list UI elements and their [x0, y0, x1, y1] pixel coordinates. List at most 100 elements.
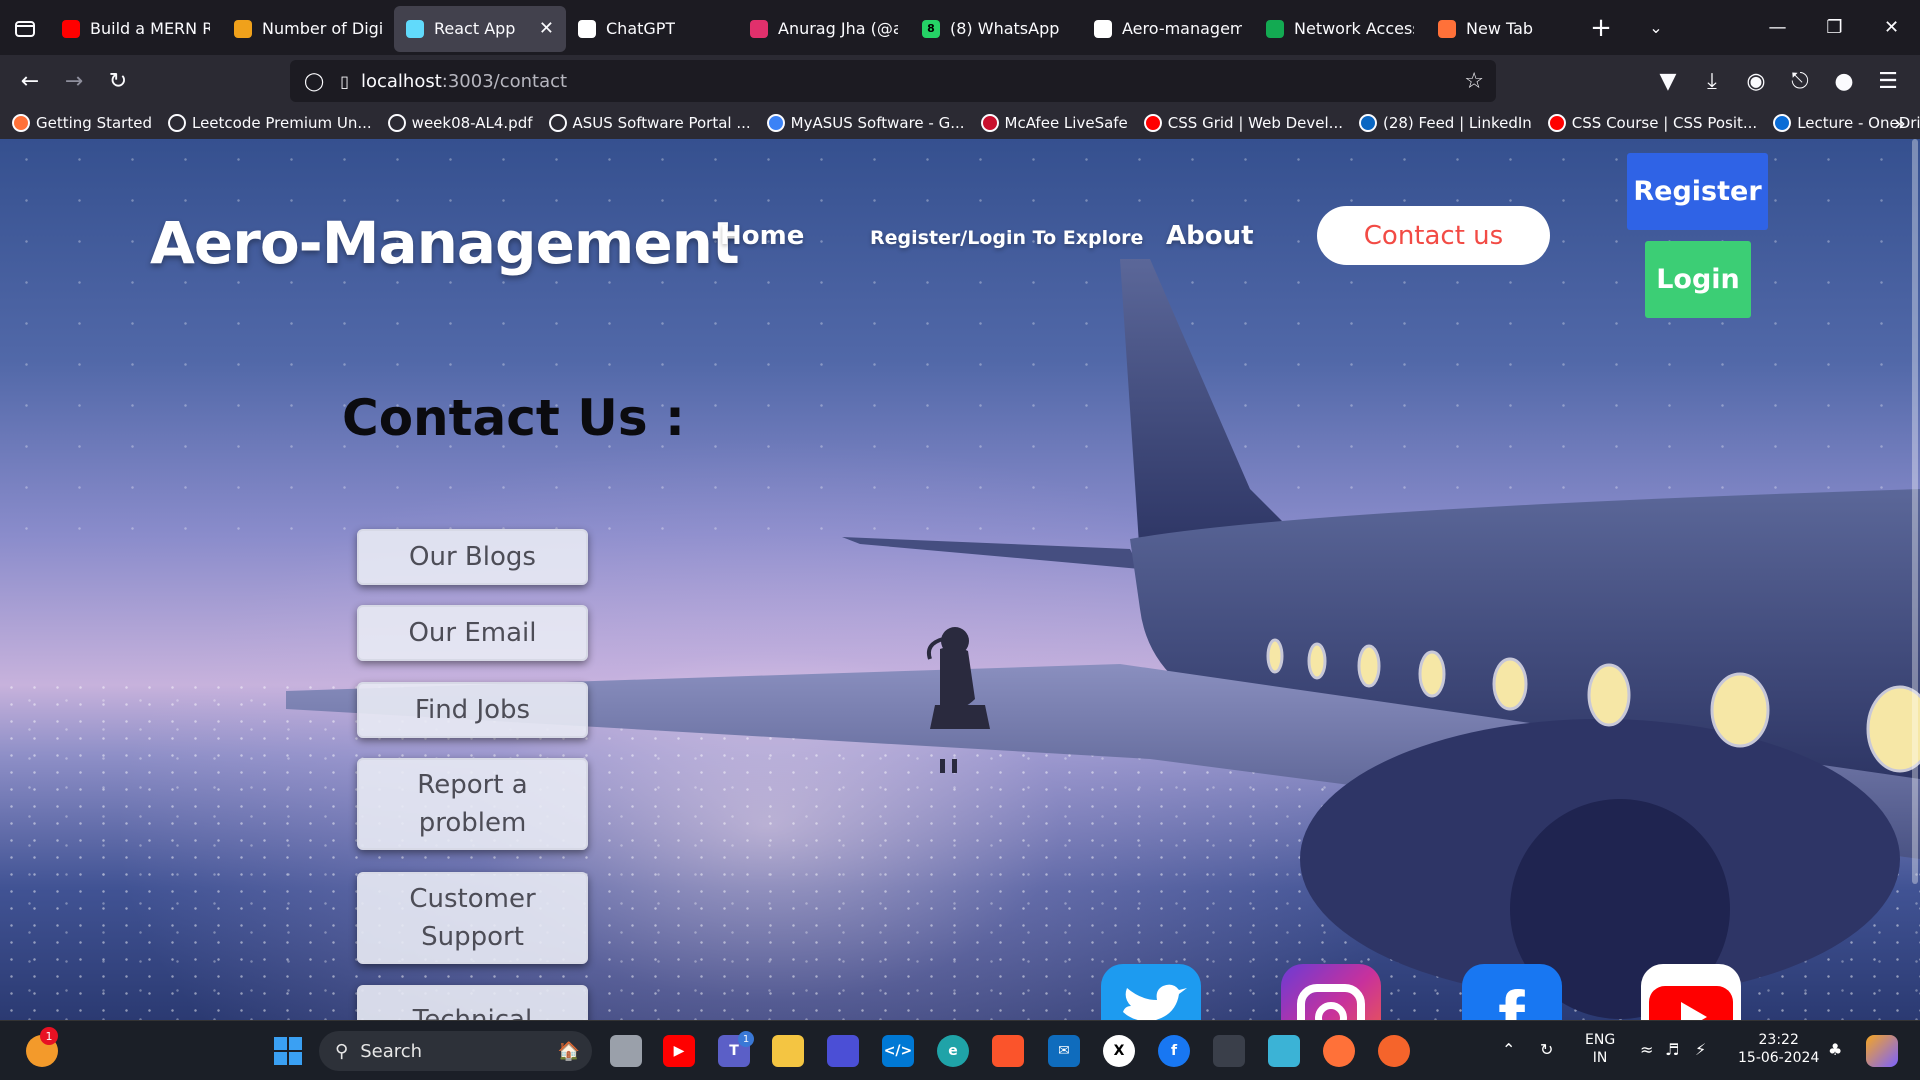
bookmarks-overflow-icon[interactable]: »: [1894, 111, 1906, 135]
minimize-button[interactable]: —: [1749, 0, 1806, 55]
chatgpt-icon: [578, 19, 596, 38]
youtube-icon: [1547, 114, 1566, 132]
browser-tab[interactable]: Aero-manageme: [1082, 6, 1254, 52]
new-tab-button[interactable]: +: [1566, 5, 1636, 51]
report-problem-button[interactable]: Report a problem: [357, 758, 588, 850]
task-view-icon[interactable]: [610, 1035, 642, 1067]
postman-icon[interactable]: [1378, 1035, 1410, 1067]
browser-tab[interactable]: ChatGPT: [566, 6, 738, 52]
menu-icon[interactable]: ☰: [1866, 59, 1910, 103]
bookmark-item[interactable]: Getting Started: [12, 114, 152, 132]
youtube-app-icon[interactable]: ▶: [663, 1035, 695, 1067]
browser-tab[interactable]: New Tab: [1426, 6, 1566, 52]
volume-icon[interactable]: ♬: [1665, 1041, 1679, 1059]
bookmark-item[interactable]: ASUS Software Portal ...: [548, 114, 751, 132]
language-indicator[interactable]: ENG IN: [1585, 1031, 1615, 1067]
technical-button[interactable]: Technical: [357, 985, 588, 1020]
list-all-tabs-button[interactable]: [0, 0, 50, 55]
notification-bell-icon[interactable]: ♣: [1828, 1041, 1842, 1059]
bookmark-star-icon[interactable]: ☆: [1464, 69, 1484, 94]
customer-support-button[interactable]: Customer Support: [357, 872, 588, 964]
navigation-toolbar: ← → ↻ ◯ ▯ localhost:3003/contact ☆ ▼ ⤓ ◉…: [0, 55, 1920, 107]
restore-button[interactable]: ❐: [1806, 0, 1863, 55]
firefox-taskbar-icon[interactable]: [1323, 1035, 1355, 1067]
windows-start-icon[interactable]: [272, 1035, 304, 1067]
browser-tab[interactable]: 8 (8) WhatsApp: [910, 6, 1082, 52]
sync-icon[interactable]: ↻: [1540, 1041, 1553, 1059]
shield-icon[interactable]: ◯: [304, 71, 324, 92]
site-brand-logo[interactable]: Aero-Management: [150, 209, 740, 277]
forward-button[interactable]: →: [52, 59, 96, 103]
tab-overflow-chevron-icon[interactable]: ⌄: [1636, 5, 1676, 51]
page-title: Contact Us :: [342, 389, 685, 447]
reload-button[interactable]: ↻: [96, 59, 140, 103]
vscode-icon[interactable]: </>: [882, 1035, 914, 1067]
bookmark-item[interactable]: week08-AL4.pdf: [387, 114, 533, 132]
bookmark-item[interactable]: (28) Feed | LinkedIn: [1358, 114, 1532, 132]
firefox-icon: [12, 114, 30, 132]
powerautomate-icon[interactable]: [827, 1035, 859, 1067]
nav-register-login-link[interactable]: Register/Login To Explore: [870, 227, 1143, 249]
bookmark-item[interactable]: McAfee LiveSafe: [980, 114, 1128, 132]
page-icon: ▯: [340, 71, 349, 91]
browser-tab[interactable]: Number of Digit: [222, 6, 394, 52]
notification-badge: 1: [40, 1027, 58, 1045]
youtube-icon: [1143, 114, 1162, 132]
mcafee-icon: [980, 114, 999, 132]
windows-logo-icon: [274, 1037, 302, 1065]
account-icon[interactable]: ◉: [1734, 59, 1778, 103]
page-scrollbar[interactable]: [1912, 139, 1918, 884]
our-email-button[interactable]: Our Email: [357, 605, 588, 661]
youtube-icon: [62, 19, 80, 38]
windows-taskbar: 1 ⚲ Search 🏠 ▶ T 1 </> e ✉ X f ⌃ ↻ ENG I…: [0, 1020, 1920, 1080]
bookmark-item[interactable]: CSS Grid | Web Devel...: [1143, 114, 1343, 132]
bookmark-item[interactable]: Leetcode Premium Un...: [167, 114, 372, 132]
mail-icon[interactable]: ✉: [1048, 1035, 1080, 1067]
facebook-app-icon[interactable]: f: [1158, 1035, 1190, 1067]
find-jobs-button[interactable]: Find Jobs: [357, 682, 588, 738]
back-button[interactable]: ←: [8, 59, 52, 103]
tray-chevron-icon[interactable]: ⌃: [1502, 1041, 1515, 1059]
youtube-icon[interactable]: [1641, 964, 1741, 1020]
clock[interactable]: 23:22 15-06-2024: [1738, 1031, 1819, 1067]
bookmark-label: CSS Course | CSS Posit...: [1571, 114, 1758, 132]
language-label: ENG: [1585, 1032, 1616, 1048]
twitter-icon[interactable]: [1101, 964, 1201, 1020]
bookmark-item[interactable]: CSS Course | CSS Posit...: [1547, 114, 1758, 132]
browser-tab[interactable]: Build a MERN Rea: [50, 6, 222, 52]
close-window-button[interactable]: ✕: [1863, 0, 1920, 55]
edge-icon[interactable]: e: [937, 1035, 969, 1067]
notepad-icon[interactable]: [1268, 1035, 1300, 1067]
browser-tab[interactable]: React App ✕: [394, 5, 566, 52]
bookmark-item[interactable]: MyASUS Software - G...: [766, 114, 965, 132]
copilot-icon[interactable]: [1866, 1035, 1898, 1067]
facebook-icon[interactable]: f: [1462, 964, 1562, 1020]
bookmark-label: ASUS Software Portal ...: [572, 114, 751, 132]
extensions-icon[interactable]: ⎋: [1778, 59, 1822, 103]
brave-icon[interactable]: [992, 1035, 1024, 1067]
app-window-icon[interactable]: [1213, 1035, 1245, 1067]
bookmark-label: week08-AL4.pdf: [411, 114, 533, 132]
leetcode-icon: [234, 19, 252, 38]
battery-icon[interactable]: ⚡: [1695, 1041, 1706, 1059]
close-tab-icon[interactable]: ✕: [539, 18, 554, 39]
pocket-icon[interactable]: ▼: [1646, 59, 1690, 103]
register-button[interactable]: Register: [1627, 153, 1768, 230]
bookmark-label: Getting Started: [36, 114, 152, 132]
our-blogs-button[interactable]: Our Blogs: [357, 529, 588, 585]
login-button[interactable]: Login: [1645, 241, 1751, 318]
nav-contact-link[interactable]: Contact us: [1317, 206, 1550, 265]
instagram-icon[interactable]: [1281, 964, 1381, 1020]
taskbar-search-input[interactable]: ⚲ Search 🏠: [319, 1031, 592, 1071]
browser-tab[interactable]: Network Access |: [1254, 6, 1426, 52]
address-bar[interactable]: ◯ ▯ localhost:3003/contact ☆: [290, 60, 1496, 102]
downloads-icon[interactable]: ⤓: [1690, 59, 1734, 103]
xbox-icon[interactable]: X: [1103, 1035, 1135, 1067]
browser-tab[interactable]: Anurag Jha (@anu: [738, 6, 910, 52]
nav-home-link[interactable]: Home: [720, 221, 804, 251]
extension-icon[interactable]: ●: [1822, 59, 1866, 103]
nav-about-link[interactable]: About: [1166, 221, 1254, 251]
bookmark-label: Leetcode Premium Un...: [191, 114, 372, 132]
file-explorer-icon[interactable]: [772, 1035, 804, 1067]
wifi-icon[interactable]: ≈: [1640, 1041, 1653, 1059]
